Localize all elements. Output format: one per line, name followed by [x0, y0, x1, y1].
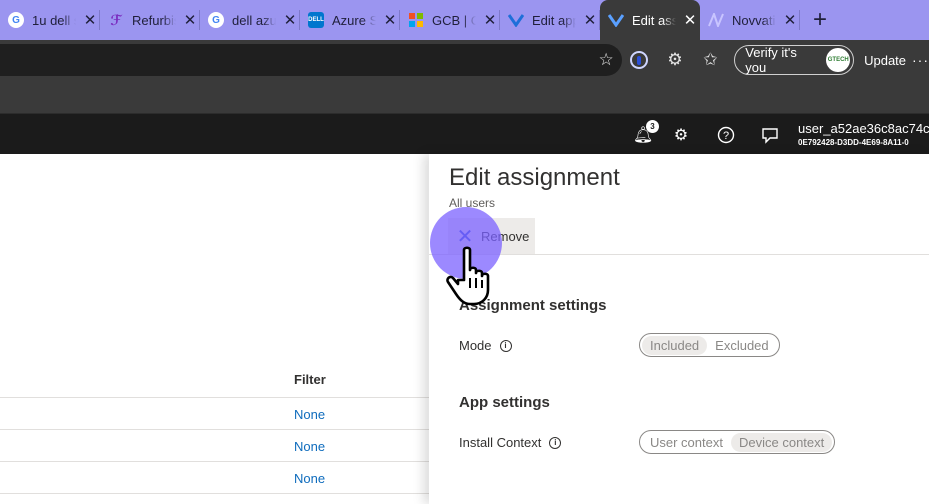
browser-tab-active[interactable]: Edit assi ✕ [600, 0, 700, 40]
page-title: Edit assignment [449, 164, 620, 191]
install-context-label: Install Context [459, 435, 542, 450]
browser-tab[interactable]: G 1u dell s ✕ [0, 0, 100, 40]
feather-icon: ℱ [110, 11, 122, 28]
help-question-icon[interactable]: ? [713, 122, 739, 148]
info-icon[interactable]: i [499, 339, 512, 352]
novvati-icon [708, 12, 724, 28]
favorites-icon[interactable]: ✩ [693, 42, 729, 78]
mode-option-included[interactable]: Included [642, 335, 708, 355]
notification-count-badge: 3 [646, 120, 659, 133]
google-g-icon: G [8, 12, 24, 28]
profile-button-label: Verify it's you [745, 45, 797, 75]
update-label: Update [864, 52, 907, 68]
tab-title: GCB | Cl [432, 12, 476, 28]
favorites-bar [0, 80, 929, 113]
install-context-field: Install Context i [459, 435, 562, 450]
tab-title: Edit assi [632, 12, 676, 28]
mode-toggle[interactable]: Included Excluded [639, 333, 780, 357]
settings-gear-icon[interactable]: ⚙ [668, 122, 694, 148]
dell-logo-icon: DELL [308, 12, 324, 28]
more-options-icon[interactable]: ··· [912, 52, 929, 68]
filter-cell-link[interactable]: None [294, 407, 325, 422]
divider [0, 461, 429, 462]
tab-title: dell azu [232, 12, 276, 28]
favorite-star-icon[interactable]: ☆ [598, 50, 613, 70]
close-tab-icon[interactable]: ✕ [82, 11, 98, 29]
hand-pointer-icon [446, 246, 490, 306]
windows-logo-icon [408, 12, 424, 28]
divider [0, 397, 429, 398]
account-manager[interactable]: user_a52ae36c8ac74c 0E792428-D3DD-4E69-8… [798, 121, 929, 147]
tab-title: 1u dell s [32, 12, 76, 28]
plus-icon[interactable]: + [800, 0, 840, 40]
divider [0, 493, 429, 494]
browser-tab[interactable]: Edit app ✕ [500, 0, 600, 40]
intune-icon [508, 12, 524, 28]
portal-header: 🔔︎ 3 ⚙ ? user_a52ae36c8ac74c 0E792428-D3D… [0, 113, 929, 154]
info-icon[interactable]: i [549, 436, 562, 449]
browser-tab[interactable]: GCB | Cl ✕ [400, 0, 500, 40]
divider [0, 429, 429, 430]
update-button[interactable]: Update ··· [864, 52, 929, 68]
tab-title: Azure St [332, 12, 376, 28]
close-tab-icon[interactable]: ✕ [482, 11, 498, 29]
filter-column-header[interactable]: Filter [294, 372, 326, 387]
user-name: user_a52ae36c8ac74c [798, 121, 929, 136]
google-g-icon: G [208, 12, 224, 28]
browser-tab[interactable]: ℱ Refurbis ✕ [100, 0, 200, 40]
browser-tab[interactable]: DELL Azure St ✕ [300, 0, 400, 40]
close-tab-icon[interactable]: ✕ [782, 11, 798, 29]
tab-title: Refurbis [132, 12, 176, 28]
browser-tab[interactable]: G dell azu ✕ [200, 0, 300, 40]
mode-option-excluded[interactable]: Excluded [707, 336, 776, 355]
install-context-option-device[interactable]: Device context [730, 432, 833, 452]
mode-label: Mode [459, 338, 492, 353]
tab-title: Novvati [732, 12, 776, 28]
close-tab-icon[interactable]: ✕ [282, 11, 298, 29]
address-bar[interactable]: ☆ [0, 44, 622, 76]
intune-icon [608, 12, 624, 28]
close-tab-icon[interactable]: ✕ [182, 11, 198, 29]
browser-toolbar: ☆ ⚙ ✩ Verify it's you GTECH Update ··· [0, 40, 929, 80]
browser-tab[interactable]: Novvati ✕ [700, 0, 800, 40]
notifications-bell-icon[interactable]: 🔔︎ 3 [630, 120, 659, 148]
close-tab-icon[interactable]: ✕ [382, 11, 398, 29]
browser-tab-strip: G 1u dell s ✕ ℱ Refurbis ✕ G dell azu ✕ … [0, 0, 929, 40]
password-manager-icon[interactable] [622, 42, 658, 78]
tenant-id: 0E792428-D3DD-4E69-8A11-0 [798, 138, 909, 147]
app-settings-heading: App settings [459, 394, 550, 411]
edit-assignment-panel: Edit assignment All users ✕ Remove Assig… [429, 154, 929, 504]
avatar: GTECH [826, 48, 851, 72]
svg-text:?: ? [723, 130, 729, 142]
assignments-content: Filter None None None [0, 154, 429, 504]
install-context-option-user[interactable]: User context [642, 433, 731, 452]
close-tab-icon[interactable]: ✕ [582, 11, 598, 29]
filter-cell-link[interactable]: None [294, 471, 325, 486]
mode-field: Mode i [459, 338, 512, 353]
close-tab-icon[interactable]: ✕ [682, 11, 698, 29]
divider [429, 254, 929, 255]
extensions-icon[interactable]: ⚙ [657, 42, 693, 78]
tab-title: Edit app [532, 12, 576, 28]
filter-cell-link[interactable]: None [294, 439, 325, 454]
install-context-toggle[interactable]: User context Device context [639, 430, 836, 454]
feedback-icon[interactable] [757, 122, 783, 148]
profile-button[interactable]: Verify it's you GTECH [734, 45, 855, 75]
